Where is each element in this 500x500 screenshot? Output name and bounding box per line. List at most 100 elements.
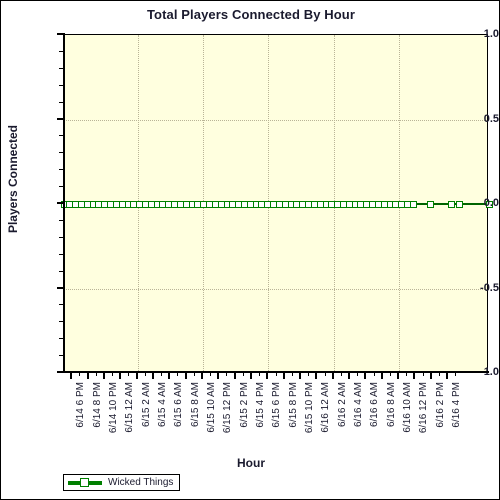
y-axis-minor-tick [59,186,64,188]
series-data-point [293,200,301,208]
x-axis-title: Hour [237,456,265,470]
series-data-point [112,200,120,208]
x-axis-tick [217,372,220,379]
x-axis-minor-tick [144,372,146,376]
y-axis-minor-tick [59,169,64,171]
x-axis-tick-label: 6/16 12 PM [418,382,430,434]
chart-legend: Wicked Things [63,474,181,491]
x-axis-tick-label: 6/16 2 PM [434,382,446,428]
series-data-point [118,200,126,208]
series-data-point [409,200,417,208]
x-axis-tick [135,372,138,379]
y-axis-minor-tick [59,101,64,103]
series-data-point [136,200,144,208]
y-axis-minor-tick [59,321,64,323]
gridline-horizontal [64,288,487,291]
series-data-point [89,200,97,208]
y-axis-tick-label: 0.5 [483,112,499,125]
series-data-point [72,200,80,208]
x-axis-tick [102,372,105,379]
series-data-point [165,200,173,208]
x-axis-tick [413,372,416,379]
x-axis-tick [315,372,318,379]
x-axis-tick-label: 6/15 2 PM [238,382,250,428]
series-data-point [305,200,313,208]
series-data-point [107,200,115,208]
series-data-point [206,200,214,208]
y-axis-minor-tick [59,236,64,238]
series-data-point [369,200,377,208]
y-axis-minor-tick [59,135,64,137]
legend-label-wicked-things: Wicked Things [108,477,174,488]
series-data-point [299,200,307,208]
series-data-point [194,200,202,208]
series-data-point [345,200,353,208]
x-axis-minor-tick [226,372,228,376]
gridline-vertical [202,35,205,371]
x-axis-tick [380,372,383,379]
x-axis-minor-tick [193,372,195,376]
series-data-point [258,200,266,208]
x-axis-tick [266,372,269,379]
x-axis-tick [249,372,252,379]
chart-title: Total Players Connected By Hour [146,7,355,22]
x-axis-tick-label: 6/16 4 PM [451,382,463,428]
x-axis-tick-label: 6/15 4 AM [156,382,168,428]
gridlines [64,35,487,371]
series-data-point [229,200,237,208]
x-axis-minor-tick [373,372,375,376]
series-data-point [322,200,330,208]
x-axis-minor-tick [438,372,440,376]
series-data-point [235,200,243,208]
series-data-point [171,200,179,208]
legend-swatch-wicked-things [68,477,102,488]
series-data-point [398,200,406,208]
x-axis-tick-label: 6/16 10 AM [402,382,414,433]
x-axis-tick-label: 6/15 6 AM [173,382,185,428]
series-data-point [159,200,167,208]
series-data-point [217,200,225,208]
x-axis-tick-label: 6/16 8 AM [385,382,397,428]
series-data-point [316,200,324,208]
y-axis-minor-tick [59,338,64,340]
series-data-point [147,200,155,208]
x-axis-minor-tick [308,372,310,376]
x-axis-minor-tick [242,372,244,376]
x-axis-minor-tick [389,372,391,376]
x-axis-minor-tick [95,372,97,376]
y-axis-title: Players Connected [6,124,20,234]
y-axis-minor-tick [59,253,64,255]
gridline-vertical [137,35,140,371]
x-axis-tick-label: 6/15 6 PM [271,382,283,428]
series-data-point [351,200,359,208]
series-data-point [182,200,190,208]
series-data-point [101,200,109,208]
x-axis-tick [429,372,432,379]
series-data-point [281,200,289,208]
y-axis-tick [57,117,65,120]
x-axis-tick [184,372,187,379]
x-axis-tick [397,372,400,379]
series-data-point [380,200,388,208]
series-data-point [339,200,347,208]
series-data-point [130,200,138,208]
series-data-point [252,200,260,208]
x-axis-tick [364,372,367,379]
series-line-wicked-things [64,203,489,205]
y-axis-minor-tick [59,50,64,52]
x-axis-minor-tick [112,372,114,376]
series-data-point [328,200,336,208]
series-data-point [246,200,254,208]
series-data-point [77,200,85,208]
x-axis-tick-label: 6/15 12 PM [222,382,234,434]
series-data-point [310,200,318,208]
series-data-point [275,200,283,208]
y-axis-tick [57,33,65,35]
series-data-point [287,200,295,208]
x-axis-tick-label: 6/15 4 PM [254,382,266,428]
x-axis-tick [446,372,449,379]
x-axis-tick-label: 6/15 10 AM [205,382,217,433]
x-axis-tick-label: 6/15 2 AM [140,382,152,428]
x-axis-tick [168,372,171,379]
y-axis-tick [57,202,65,204]
